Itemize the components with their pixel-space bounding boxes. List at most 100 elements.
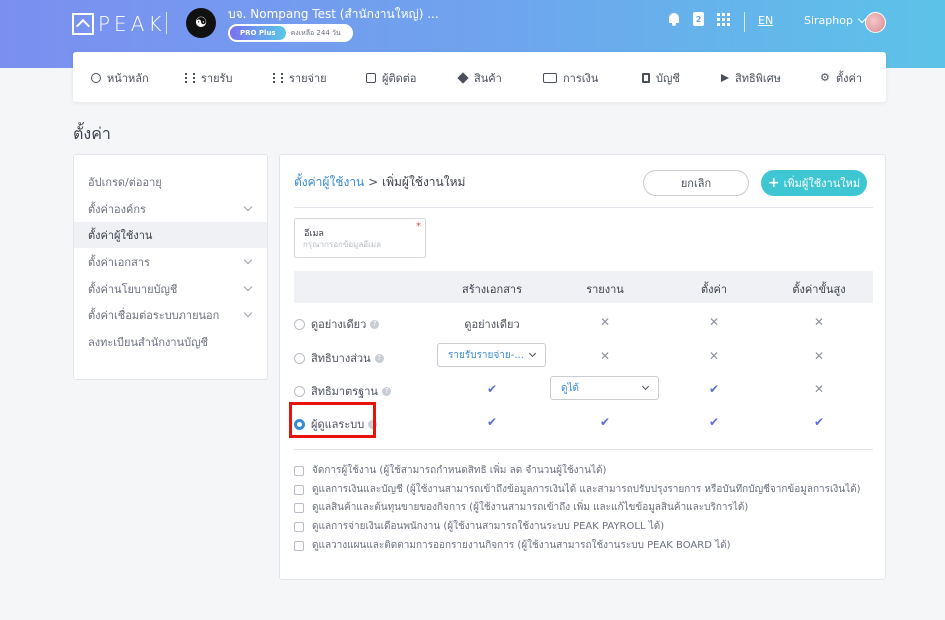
checkbox[interactable] <box>294 484 304 495</box>
book-icon <box>642 73 650 83</box>
chevron-down-icon <box>243 308 253 318</box>
select-value: รายรับรายจ่าย-... <box>448 349 524 361</box>
permission-option[interactable]: ดูแลการจ่ายเงินเดือนพนักงาน (ผู้ใช้งานสา… <box>294 519 664 534</box>
menu-home[interactable]: หน้าหลัก <box>91 69 149 87</box>
document-icon[interactable]: 2 <box>693 12 704 26</box>
permission-option[interactable]: ดูแลวางแผนและติดตามการออกรายงานกิจการ (ผ… <box>294 538 731 553</box>
add-user-button[interactable]: + เพิ่มผู้ใช้งานใหม่ <box>761 170 867 196</box>
menu-products[interactable]: สินค้า <box>457 69 502 87</box>
breadcrumb-parent-link[interactable]: ตั้งค่าผู้ใช้งาน <box>294 175 364 189</box>
table-cell: ดูอย่างเดียว <box>464 318 520 331</box>
cross-icon: ✕ <box>813 315 825 329</box>
table-row: สิทธิบางส่วน ? รายรับรายจ่าย-... ✕ ✕ ✕ <box>294 340 873 373</box>
select-value: ดูได้ <box>561 382 580 394</box>
permission-option[interactable]: ดูแลการเงินและบัญชี (ผู้ใช้งานสามารถเข้า… <box>294 482 861 497</box>
permission-option[interactable]: จัดการผู้ใช้งาน (ผู้ใช้สามารถกำหนดสิทธิ … <box>294 463 606 478</box>
email-field[interactable]: อีเมล * <box>294 218 426 258</box>
email-input[interactable] <box>303 240 418 249</box>
sidebar-item-label: ตั้งค่าเอกสาร <box>88 256 150 269</box>
user-name: Siraphop <box>804 14 853 27</box>
menu-privileges[interactable]: สิทธิพิเศษ <box>721 69 781 87</box>
company-logo-icon[interactable]: ☯ <box>186 8 216 38</box>
sidebar-item-accounting-policy[interactable]: ตั้งค่านโยบายบัญชี <box>74 276 267 302</box>
menu-label: ตั้งค่า <box>836 72 863 85</box>
money-icon <box>543 73 557 83</box>
chevron-down-icon <box>641 382 650 391</box>
checkbox[interactable] <box>294 502 304 513</box>
role-label: สิทธิบางส่วน <box>311 352 371 365</box>
sidebar-item-upgrade[interactable]: อัปเกรด/ต่ออายุ <box>74 169 267 195</box>
checkbox[interactable] <box>294 465 304 476</box>
settings-sidebar: อัปเกรด/ต่ออายุ ตั้งค่าองค์กร ตั้งค่าผู้… <box>73 154 268 380</box>
menu-contacts[interactable]: ผู้ติดต่อ <box>366 69 416 87</box>
create-doc-select[interactable]: รายรับรายจ่าย-... <box>437 343 546 367</box>
cross-icon: ✕ <box>708 315 720 329</box>
check-icon: ✔ <box>708 382 720 396</box>
chevron-down-icon <box>243 202 253 212</box>
menu-label: รายจ่าย <box>289 72 327 85</box>
divider <box>166 12 167 34</box>
sidebar-item-label: ตั้งค่าผู้ใช้งาน <box>88 229 153 242</box>
role-option-standard[interactable]: สิทธิมาตรฐาน ? <box>294 382 391 400</box>
plus-icon: + <box>767 175 780 191</box>
menu-expense[interactable]: รายจ่าย <box>273 69 327 87</box>
radio-button[interactable] <box>294 352 305 364</box>
help-icon[interactable]: ? <box>370 319 380 329</box>
checkbox[interactable] <box>294 521 304 532</box>
permission-option[interactable]: ดูแลสินค้าและต้นทุนขายของกิจการ (ผู้ใช้ง… <box>294 500 748 515</box>
dashboard-icon <box>91 73 101 83</box>
sidebar-item-documents[interactable]: ตั้งค่าเอกสาร <box>74 249 267 275</box>
cross-icon: ✕ <box>813 349 825 363</box>
email-label: อีเมล <box>304 229 324 239</box>
radio-button[interactable] <box>294 318 305 330</box>
sidebar-item-organization[interactable]: ตั้งค่าองค์กร <box>74 196 267 222</box>
menu-income[interactable]: รายรับ <box>185 69 232 87</box>
sidebar-item-label: ลงทะเบียนสำนักงานบัญชี <box>88 336 208 349</box>
peak-logo[interactable]: PEAK <box>72 12 166 36</box>
check-icon: ✔ <box>708 415 720 429</box>
megaphone-icon <box>721 74 729 82</box>
check-icon: ✔ <box>599 415 611 429</box>
company-name[interactable]: บจ. Nompang Test (สำนักงานใหญ่) ... <box>228 5 439 24</box>
page-title: ตั้งค่า <box>73 124 111 143</box>
bell-icon[interactable] <box>668 12 680 26</box>
role-option-view-only[interactable]: ดูอย่างเดียว ? <box>294 315 380 333</box>
column-header: ตั้งค่า <box>700 283 728 296</box>
role-label: ดูอย่างเดียว <box>311 318 367 331</box>
help-icon[interactable]: ? <box>381 386 391 396</box>
menu-settings[interactable]: ⚙ ตั้งค่า <box>820 69 862 87</box>
radio-button[interactable] <box>294 385 305 397</box>
checkbox[interactable] <box>294 540 304 551</box>
chevron-down-icon <box>528 349 537 358</box>
avatar[interactable] <box>865 12 886 33</box>
chevron-down-icon <box>243 255 253 265</box>
logo-mark-icon <box>72 13 94 35</box>
cross-icon: ✕ <box>599 315 611 329</box>
cancel-button[interactable]: ยกเลิก <box>643 170 749 196</box>
breadcrumb: ตั้งค่าผู้ใช้งาน > เพิ่มผู้ใช้งานใหม่ <box>294 173 465 192</box>
menu-label: ผู้ติดต่อ <box>382 72 417 85</box>
expense-icon <box>273 73 283 83</box>
menu-accounting[interactable]: บัญชี <box>642 69 680 87</box>
gear-icon: ⚙ <box>820 71 830 84</box>
menu-label: หน้าหลัก <box>107 72 149 85</box>
language-switch[interactable]: EN <box>758 14 773 27</box>
sidebar-item-integrations[interactable]: ตั้งค่าเชื่อมต่อระบบภายนอก <box>74 302 267 328</box>
check-icon: ✔ <box>813 415 825 429</box>
user-menu[interactable]: Siraphop <box>804 14 867 27</box>
apps-grid-icon[interactable] <box>717 12 730 26</box>
add-user-panel: ตั้งค่าผู้ใช้งาน > เพิ่มผู้ใช้งานใหม่ ยก… <box>279 154 886 580</box>
permission-label: ดูแลการเงินและบัญชี (ผู้ใช้งานสามารถเข้า… <box>312 484 861 495</box>
logo-text: PEAK <box>98 12 166 36</box>
sidebar-item-register-firm[interactable]: ลงทะเบียนสำนักงานบัญชี <box>74 329 267 355</box>
help-icon[interactable]: ? <box>374 353 384 363</box>
report-select[interactable]: ดูได้ <box>550 376 659 400</box>
role-option-partial[interactable]: สิทธิบางส่วน ? <box>294 349 384 367</box>
sidebar-item-users[interactable]: ตั้งค่าผู้ใช้งาน <box>74 222 267 248</box>
plan-remaining: คงเหลือ 244 วัน <box>290 28 341 37</box>
breadcrumb-separator: > <box>368 175 379 189</box>
menu-finance[interactable]: การเงิน <box>543 69 598 87</box>
menu-label: สิทธิพิเศษ <box>735 72 781 85</box>
divider <box>294 207 873 208</box>
main-menu: หน้าหลัก รายรับ รายจ่าย ผู้ติดต่อ สินค้า… <box>73 52 886 102</box>
